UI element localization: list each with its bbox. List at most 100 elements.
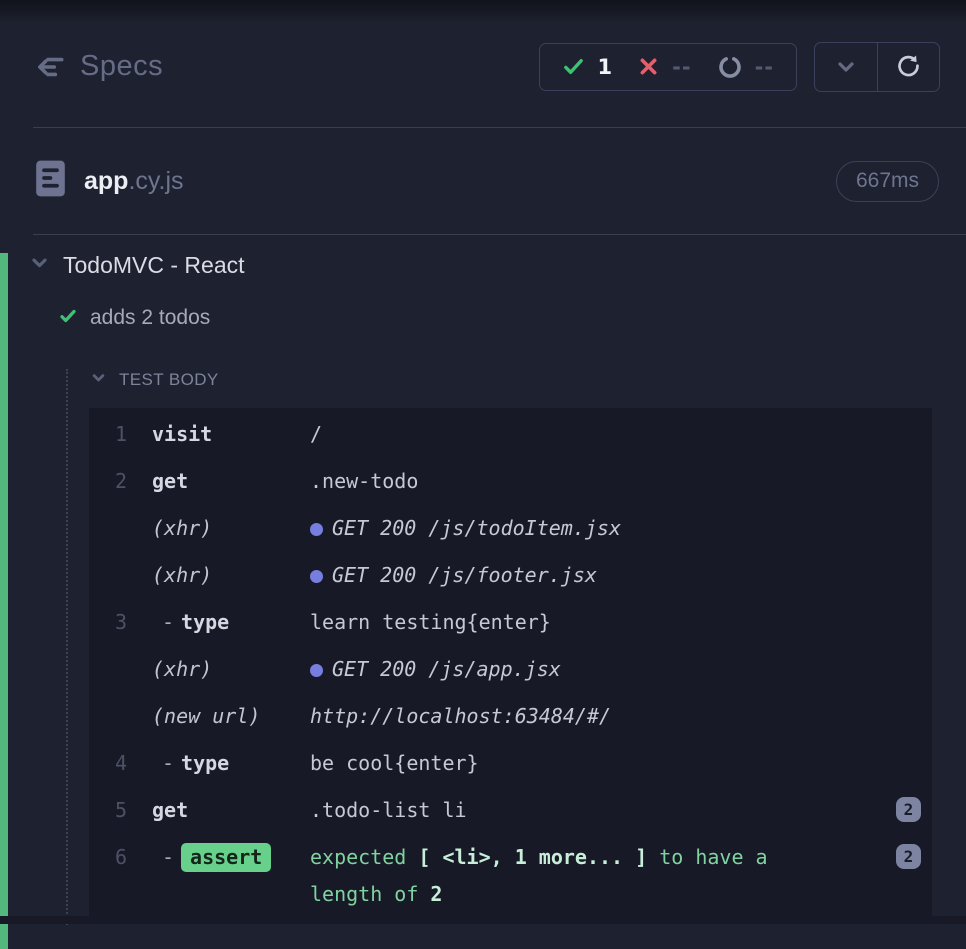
command-name: (xhr) bbox=[152, 510, 310, 547]
command-name-text: type bbox=[181, 751, 229, 775]
chevron-down-icon bbox=[91, 370, 106, 390]
bottom-strip bbox=[0, 916, 966, 924]
command-row[interactable]: (xhr) GET 200 /js/footer.jsx bbox=[89, 552, 932, 599]
command-name-text: (xhr) bbox=[152, 657, 212, 681]
message-part: .todo-list li bbox=[310, 798, 467, 822]
passed-count: 1 bbox=[598, 55, 613, 79]
rerun-tests-button[interactable] bbox=[877, 43, 939, 91]
command-row[interactable]: 4-typebe cool{enter} bbox=[89, 740, 932, 787]
message-part: 2 bbox=[430, 882, 442, 906]
suite-area: TodoMVC - React adds 2 todos TEST BODY 1… bbox=[0, 251, 966, 924]
message-line: be cool{enter} bbox=[310, 745, 870, 782]
command-row[interactable]: 5get.todo-list li2 bbox=[89, 787, 932, 834]
command-message: GET 200 /js/todoItem.jsx bbox=[310, 510, 932, 547]
command-number: 3 bbox=[89, 604, 127, 641]
command-message: be cool{enter} bbox=[310, 745, 932, 782]
command-row[interactable]: 6-assertexpected [ <li>, 1 more... ] to … bbox=[89, 834, 932, 918]
command-number bbox=[89, 510, 127, 547]
assert-badge: assert bbox=[181, 843, 271, 872]
command-number: 6 bbox=[89, 839, 127, 913]
xhr-dot-icon bbox=[310, 570, 323, 583]
spec-file-icon bbox=[35, 159, 66, 203]
indent-guide bbox=[66, 369, 68, 925]
page-title: Specs bbox=[80, 50, 163, 83]
command-number bbox=[89, 698, 127, 735]
test-title: adds 2 todos bbox=[90, 306, 210, 330]
spec-duration-badge: 667ms bbox=[836, 161, 939, 202]
message-line: .todo-list li bbox=[310, 792, 870, 829]
command-name-text: (new url) bbox=[152, 704, 260, 728]
reporter-header: Specs 1 -- -- bbox=[0, 0, 966, 127]
command-name-text: type bbox=[181, 610, 229, 634]
command-row[interactable]: 2get.new-todo bbox=[89, 458, 932, 505]
message-part: learn testing{enter} bbox=[310, 610, 551, 634]
test-body-label: TEST BODY bbox=[119, 370, 219, 390]
command-message: / bbox=[310, 416, 932, 453]
message-part: length of bbox=[310, 882, 430, 906]
command-message: learn testing{enter} bbox=[310, 604, 932, 641]
command-row[interactable]: (xhr) GET 200 /js/todoItem.jsx bbox=[89, 505, 932, 552]
message-part: GET 200 /js/todoItem.jsx bbox=[332, 516, 621, 540]
command-row[interactable]: 3 -type learn testing{enter} bbox=[89, 599, 932, 646]
specs-list-toggle-icon[interactable] bbox=[33, 50, 67, 84]
command-dash: - bbox=[162, 610, 174, 634]
xhr-dot-icon bbox=[310, 523, 323, 536]
message-line: learn testing{enter} bbox=[310, 604, 870, 641]
test-row[interactable]: adds 2 todos bbox=[0, 304, 966, 332]
run-controls bbox=[814, 42, 940, 92]
command-name-text: get bbox=[152, 798, 188, 822]
command-message: GET 200 /js/app.jsx bbox=[310, 651, 932, 688]
command-name: (xhr) bbox=[152, 557, 310, 594]
command-name: (xhr) bbox=[152, 651, 310, 688]
collapse-all-button[interactable] bbox=[815, 43, 877, 91]
suite-header[interactable]: TodoMVC - React bbox=[0, 251, 966, 279]
command-name: visit bbox=[152, 416, 310, 453]
passed-check-icon bbox=[562, 55, 585, 78]
command-log: 1visit/2get.new-todo(xhr)GET 200 /js/tod… bbox=[89, 408, 932, 924]
test-passed-check-icon bbox=[59, 307, 77, 330]
command-row[interactable]: (new url) http://localhost:63484/#/ bbox=[89, 693, 932, 740]
message-line: GET 200 /js/app.jsx bbox=[310, 651, 870, 688]
suite-title: TodoMVC - React bbox=[63, 252, 245, 279]
message-line: GET 200 /js/footer.jsx bbox=[310, 557, 870, 594]
message-part: expected bbox=[310, 845, 418, 869]
command-message: .new-todo bbox=[310, 463, 932, 500]
spec-file-name[interactable]: app.cy.js bbox=[84, 167, 184, 196]
message-line: length of 2 bbox=[310, 876, 870, 913]
message-part: / bbox=[310, 422, 322, 446]
message-line: GET 200 /js/todoItem.jsx bbox=[310, 510, 870, 547]
command-name: get bbox=[152, 792, 310, 829]
xhr-dot-icon bbox=[310, 664, 323, 677]
pending-spinner-icon bbox=[718, 55, 742, 79]
command-message: http://localhost:63484/#/ bbox=[310, 698, 932, 735]
message-part: to have a bbox=[647, 845, 767, 869]
message-part: .new-todo bbox=[310, 469, 418, 493]
command-message: GET 200 /js/footer.jsx bbox=[310, 557, 932, 594]
spec-file-base: app bbox=[84, 167, 128, 195]
command-name: -type bbox=[152, 745, 310, 782]
command-row[interactable]: 1 visit/ bbox=[89, 411, 932, 458]
command-name: -assert bbox=[152, 839, 310, 913]
spec-divider bbox=[33, 234, 966, 235]
test-stats: 1 -- -- bbox=[539, 43, 798, 91]
element-count-badge: 2 bbox=[896, 797, 921, 822]
message-line: http://localhost:63484/#/ bbox=[310, 698, 870, 735]
command-dash: - bbox=[162, 751, 174, 775]
command-number: 4 bbox=[89, 745, 127, 782]
message-part: http://localhost:63484/#/ bbox=[310, 704, 611, 728]
passed-accent-bar bbox=[0, 253, 8, 949]
message-part: [ <li>, 1 more... ] bbox=[418, 845, 647, 869]
command-number: 1 bbox=[89, 416, 127, 453]
command-message: expected [ <li>, 1 more... ] to have a le… bbox=[310, 839, 932, 913]
command-number bbox=[89, 557, 127, 594]
message-line: .new-todo bbox=[310, 463, 870, 500]
command-row[interactable]: (xhr) GET 200 /js/app.jsx bbox=[89, 646, 932, 693]
message-part: GET 200 /js/footer.jsx bbox=[332, 563, 597, 587]
command-name: get bbox=[152, 463, 310, 500]
message-line: / bbox=[310, 416, 870, 453]
message-part: be cool{enter} bbox=[310, 751, 479, 775]
message-part: GET 200 /js/app.jsx bbox=[332, 657, 561, 681]
test-body-header[interactable]: TEST BODY bbox=[0, 368, 966, 392]
element-count-badge: 2 bbox=[896, 844, 921, 869]
command-dash: - bbox=[162, 845, 174, 869]
